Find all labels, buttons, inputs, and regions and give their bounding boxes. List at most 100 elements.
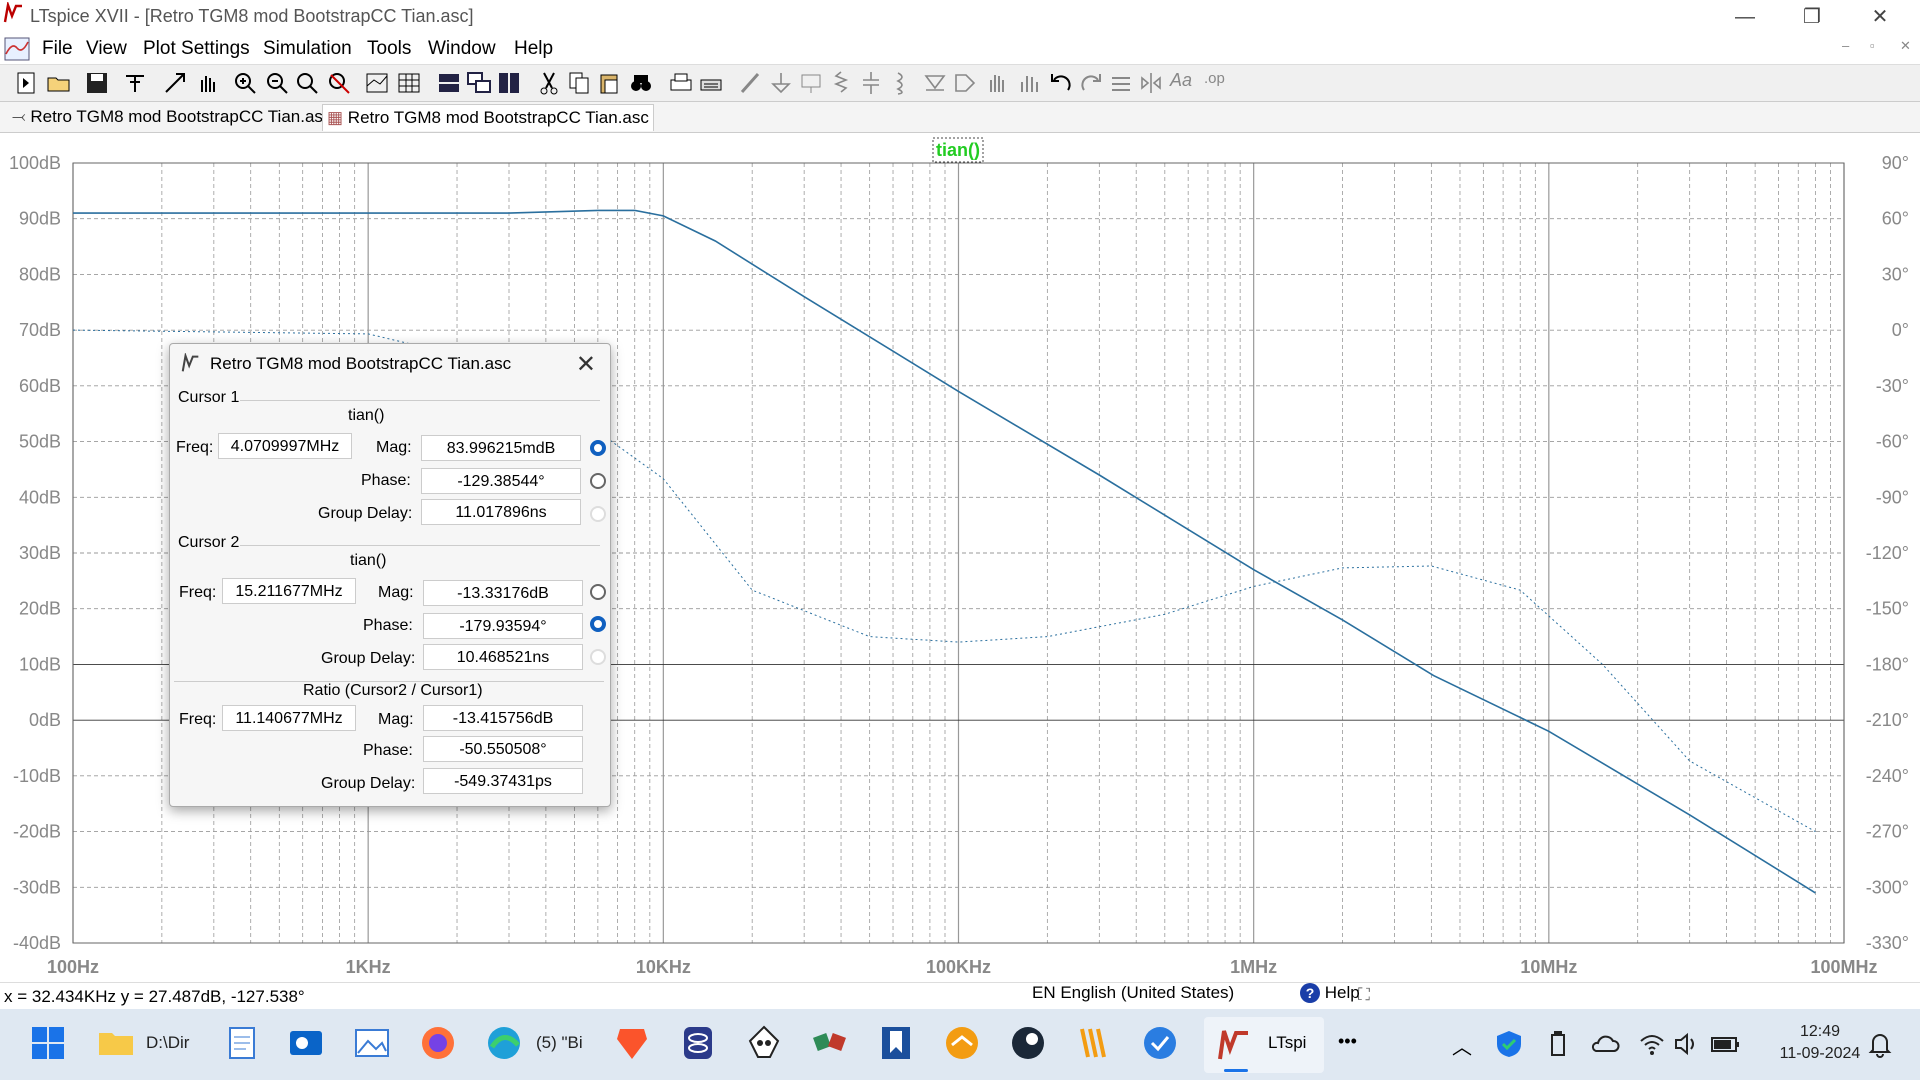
mdi-restore-button[interactable]: ▫ bbox=[1870, 38, 1875, 53]
component-icon[interactable] bbox=[952, 70, 978, 96]
trace-label[interactable]: tian() bbox=[936, 140, 980, 160]
menu-plot-settings[interactable]: Plot Settings bbox=[143, 38, 250, 60]
browser-window-label[interactable]: (5) "Bi bbox=[536, 1033, 583, 1053]
tile-horizontal-icon[interactable] bbox=[436, 70, 462, 96]
paste-icon[interactable] bbox=[596, 70, 622, 96]
tile-vertical-icon[interactable] bbox=[496, 70, 522, 96]
cascade-icon[interactable] bbox=[466, 70, 492, 96]
orange-app-icon[interactable] bbox=[942, 1023, 982, 1063]
app-rings-icon[interactable] bbox=[678, 1023, 718, 1063]
cursor1-group-delay-field[interactable]: 11.017896ns bbox=[421, 499, 581, 525]
explorer-window-label[interactable]: D:\Dir bbox=[146, 1033, 189, 1053]
network-app-icon[interactable] bbox=[810, 1023, 850, 1063]
cursor1-phase-radio[interactable] bbox=[590, 473, 606, 489]
cursor1-mag-field[interactable]: 83.996215mdB bbox=[421, 435, 581, 461]
brave-icon[interactable] bbox=[612, 1023, 652, 1063]
tab-waveform[interactable]: ▦ Retro TGM8 mod BootstrapCC Tian.asc bbox=[322, 104, 654, 131]
more-apps-button[interactable]: ••• bbox=[1338, 1031, 1357, 1052]
text-aa-icon[interactable]: Aa bbox=[1170, 70, 1196, 96]
windows-start-icon[interactable] bbox=[28, 1023, 68, 1063]
zoom-out-icon[interactable] bbox=[264, 70, 290, 96]
label-net-icon[interactable] bbox=[798, 70, 824, 96]
vpn-shield-icon[interactable] bbox=[1140, 1023, 1180, 1063]
menu-window[interactable]: Window bbox=[428, 38, 496, 60]
maximize-button[interactable]: ❐ bbox=[1782, 0, 1842, 34]
cursor1-group-delay-radio[interactable] bbox=[590, 506, 606, 522]
steam-icon[interactable] bbox=[1008, 1023, 1048, 1063]
copy-icon[interactable] bbox=[566, 70, 592, 96]
undo-icon[interactable] bbox=[1048, 70, 1074, 96]
zoom-fit-icon[interactable] bbox=[294, 70, 320, 96]
ltspice-taskbar-button[interactable]: LTspi bbox=[1204, 1017, 1324, 1073]
dialog-close-button[interactable]: ✕ bbox=[576, 350, 596, 379]
print-setup-icon[interactable] bbox=[698, 70, 724, 96]
mdi-minimize-button[interactable]: – bbox=[1842, 38, 1849, 53]
usb-device-icon[interactable] bbox=[1544, 1029, 1572, 1059]
battery-icon[interactable] bbox=[1710, 1030, 1740, 1058]
grid-icon[interactable] bbox=[396, 70, 422, 96]
menu-file[interactable]: File bbox=[42, 38, 73, 60]
menu-tools[interactable]: Tools bbox=[367, 38, 411, 60]
pan-hand-icon[interactable] bbox=[194, 70, 220, 96]
cursor2-freq-field[interactable]: 15.211677MHz bbox=[222, 578, 356, 604]
chevron-up-icon[interactable]: ︿ bbox=[1452, 1031, 1472, 1060]
cursor2-group-delay-field[interactable]: 10.468521ns bbox=[423, 644, 583, 670]
mirror-icon[interactable] bbox=[1138, 70, 1164, 96]
cursor2-phase-field[interactable]: -179.93594° bbox=[423, 613, 583, 639]
defender-shield-icon[interactable] bbox=[1494, 1029, 1524, 1059]
file-explorer-icon[interactable] bbox=[96, 1023, 136, 1063]
inductor-icon[interactable] bbox=[888, 70, 914, 96]
ground-icon[interactable] bbox=[768, 70, 794, 96]
diode-icon[interactable] bbox=[922, 70, 948, 96]
capacitor-icon[interactable] bbox=[858, 70, 884, 96]
system-clock[interactable]: 12:49 11-09-2024 bbox=[1760, 1021, 1880, 1065]
ratio-group-delay-field[interactable]: -549.37431ps bbox=[423, 768, 583, 794]
wire-pencil-icon[interactable] bbox=[738, 70, 764, 96]
cursor-dialog[interactable]: Retro TGM8 mod BootstrapCC Tian.asc ✕ Cu… bbox=[169, 343, 611, 807]
volume-icon[interactable] bbox=[1672, 1030, 1700, 1058]
cursor1-mag-radio[interactable] bbox=[590, 440, 606, 456]
cut-icon[interactable] bbox=[536, 70, 562, 96]
spice-directive-icon[interactable]: .op bbox=[1204, 70, 1230, 96]
tab-schematic[interactable]: ⤙ Retro TGM8 mod BootstrapCC Tian.asc bbox=[8, 104, 335, 130]
wifi-icon[interactable] bbox=[1638, 1030, 1666, 1058]
resize-grip-icon[interactable]: ⛶ bbox=[1358, 985, 1370, 1005]
zoom-cancel-icon[interactable] bbox=[326, 70, 352, 96]
cursor1-phase-field[interactable]: -129.38544° bbox=[421, 468, 581, 494]
find-binoculars-icon[interactable] bbox=[628, 70, 654, 96]
ratio-freq-field[interactable]: 11.140677MHz bbox=[222, 705, 356, 731]
cursor2-mag-radio[interactable] bbox=[590, 584, 606, 600]
winamp-icon[interactable] bbox=[1074, 1023, 1114, 1063]
edge-icon[interactable] bbox=[484, 1023, 524, 1063]
open-folder-icon[interactable] bbox=[46, 70, 72, 96]
onedrive-cloud-icon[interactable] bbox=[1590, 1029, 1620, 1059]
menu-view[interactable]: View bbox=[86, 38, 127, 60]
photos-icon[interactable] bbox=[352, 1023, 392, 1063]
minimize-button[interactable]: — bbox=[1715, 0, 1775, 34]
mdi-close-button[interactable]: ✕ bbox=[1900, 38, 1911, 54]
notification-bell-icon[interactable] bbox=[1866, 1030, 1894, 1058]
resistor-icon[interactable] bbox=[828, 70, 854, 96]
bookmark-app-icon[interactable] bbox=[876, 1023, 916, 1063]
menu-help[interactable]: Help bbox=[514, 38, 553, 60]
cursor1-freq-field[interactable]: 4.0709997MHz bbox=[218, 433, 352, 459]
run-icon[interactable] bbox=[162, 70, 188, 96]
new-schematic-icon[interactable] bbox=[14, 70, 40, 96]
inkscape-icon[interactable] bbox=[744, 1023, 784, 1063]
language-indicator[interactable]: EN English (United States) bbox=[1032, 983, 1234, 1003]
menu-simulation[interactable]: Simulation bbox=[263, 38, 352, 60]
ratio-phase-field[interactable]: -50.550508° bbox=[423, 736, 583, 762]
firefox-icon[interactable] bbox=[418, 1023, 458, 1063]
autorange-icon[interactable] bbox=[364, 70, 390, 96]
help-link[interactable]: ? Help bbox=[1300, 983, 1360, 1003]
notepad-icon[interactable] bbox=[222, 1023, 262, 1063]
outlook-icon[interactable] bbox=[286, 1023, 326, 1063]
plot-pane-icon[interactable] bbox=[4, 36, 30, 62]
rotate-icon[interactable] bbox=[1108, 70, 1134, 96]
zoom-in-icon[interactable] bbox=[232, 70, 258, 96]
move-hand-icon[interactable] bbox=[984, 70, 1010, 96]
cursor2-group-delay-radio[interactable] bbox=[590, 649, 606, 665]
drag-hand-icon[interactable] bbox=[1016, 70, 1042, 96]
cursor2-mag-field[interactable]: -13.33176dB bbox=[423, 580, 583, 606]
ratio-mag-field[interactable]: -13.415756dB bbox=[423, 705, 583, 731]
